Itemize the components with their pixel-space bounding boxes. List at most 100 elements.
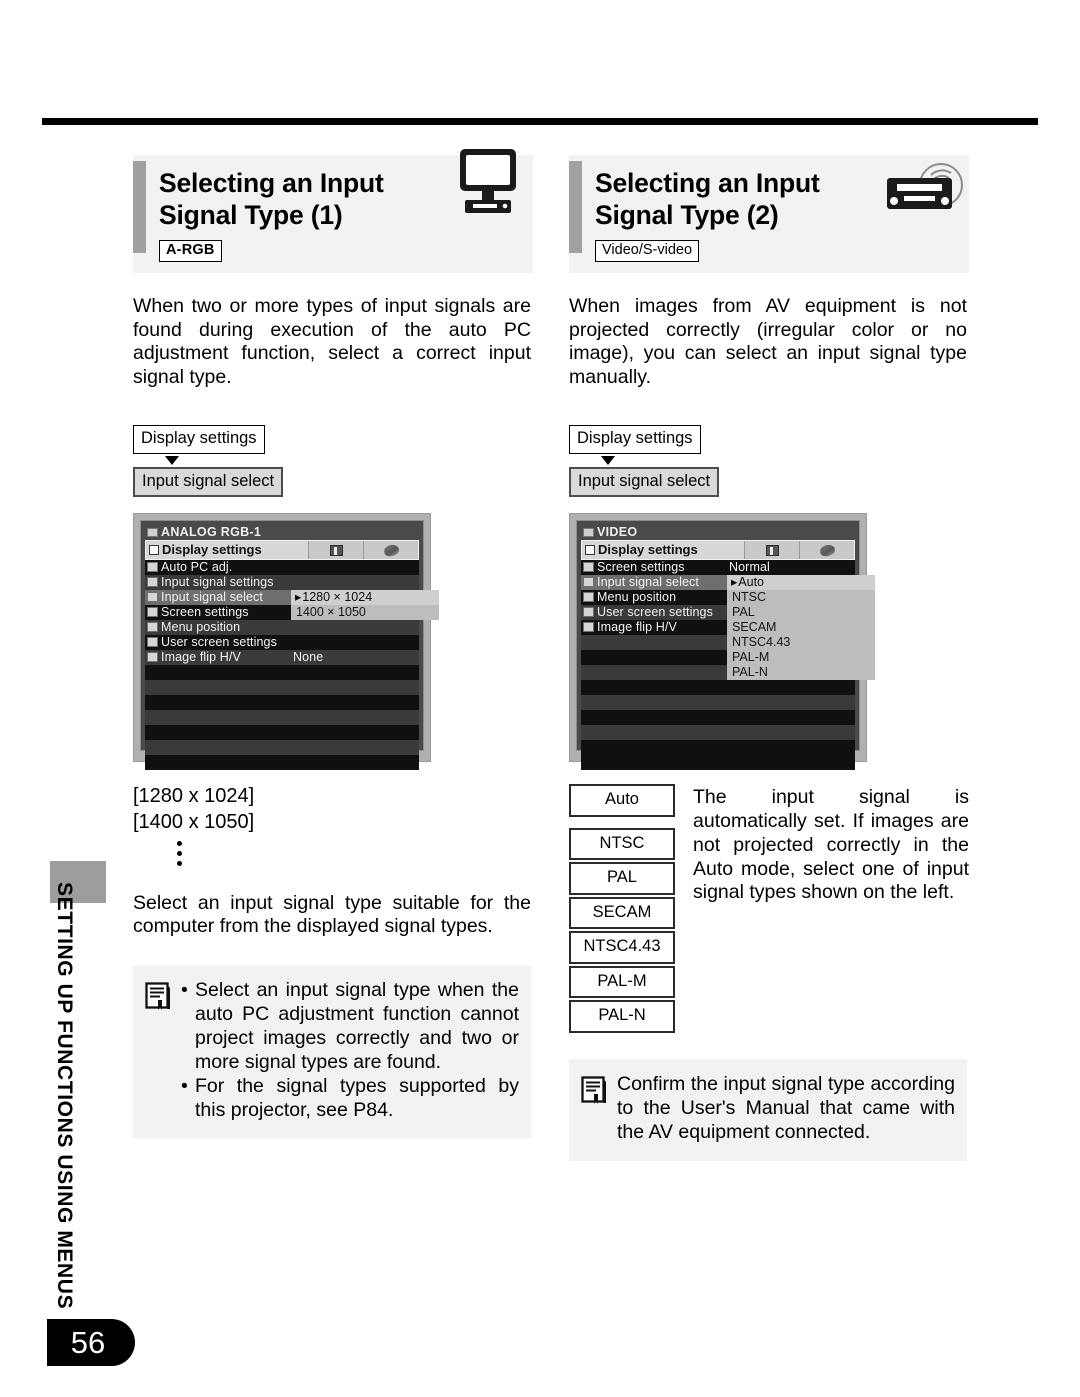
signal-option-pal[interactable]: PAL xyxy=(569,862,675,895)
osd-row-empty xyxy=(145,665,419,681)
osd-submenu-item[interactable]: SECAM xyxy=(727,620,875,635)
breadcrumb-step-2: Input signal select xyxy=(569,466,720,498)
osd-submenu-item[interactable]: PAL xyxy=(727,605,875,620)
row-icon xyxy=(583,577,594,588)
osd-row-empty xyxy=(145,695,419,711)
bars-icon xyxy=(765,544,779,556)
row-icon xyxy=(147,562,158,573)
breadcrumb-arrow-icon xyxy=(601,455,615,465)
intro-text-right: When images from AV equipment is not pro… xyxy=(569,295,967,388)
osd-submenu-item-selected[interactable]: ▸Auto xyxy=(727,575,875,591)
bars-icon xyxy=(329,544,343,556)
osd-submenu-right: ▸Auto NTSC PAL SECAM NTSC4.43 PAL-M PAL-… xyxy=(727,575,875,681)
after-resolution-text: Select an input signal type suitable for… xyxy=(133,891,531,938)
osd-submenu-item[interactable]: PAL-M xyxy=(727,650,875,665)
note-bullet-item: • Select an input signal type when the a… xyxy=(181,979,519,1074)
row-icon xyxy=(583,607,594,618)
top-rule xyxy=(42,118,1038,125)
osd-menu-title-left: Display settings xyxy=(146,541,308,559)
osd-row-empty xyxy=(581,710,855,726)
source-icon xyxy=(583,528,594,538)
osd-row-empty xyxy=(145,725,419,741)
osd-row-list-right: Screen settings Normal Input signal selec… xyxy=(581,560,875,771)
osd-row-empty xyxy=(145,680,419,696)
osd-titlebar-left: Display settings xyxy=(145,540,419,561)
page-title-left: Selecting an Input Signal Type (1) xyxy=(159,168,384,231)
osd-source-label-right: VIDEO xyxy=(581,524,855,540)
note-body-left: • Select an input signal type when the a… xyxy=(181,979,519,1123)
osd-source-label-left: ANALOG RGB-1 xyxy=(145,524,419,540)
row-icon xyxy=(147,652,158,663)
osd-submenu-item[interactable]: NTSC4.43 xyxy=(727,635,875,650)
osd-inner-left: ANALOG RGB-1 Display settings Auto PC ad… xyxy=(140,520,439,771)
resolution-item: [1400 x 1050] xyxy=(133,810,255,833)
signal-option-auto[interactable]: Auto xyxy=(569,784,675,817)
osd-row-empty xyxy=(581,755,855,771)
osd-submenu-item[interactable]: 1400 × 1050 xyxy=(291,605,439,620)
osd-row-empty xyxy=(145,740,419,756)
bullet-glyph: • xyxy=(181,1075,188,1097)
header-accent-bar xyxy=(133,161,146,253)
section-header-left: Selecting an Input Signal Type (1) A-RGB xyxy=(133,149,533,273)
signal-option-ntsc443[interactable]: NTSC4.43 xyxy=(569,931,675,964)
column-right: Selecting an Input Signal Type (2) Video… xyxy=(569,155,969,1161)
row-icon xyxy=(583,592,594,603)
osd-row-list-left: Auto PC adj. Input signal settings Input… xyxy=(145,560,439,771)
row-icon xyxy=(147,637,158,648)
row-icon xyxy=(583,622,594,633)
osd-submenu-item[interactable]: PAL-N xyxy=(727,665,875,680)
osd-row[interactable]: Screen settings Normal xyxy=(581,560,855,576)
osd-submenu-item[interactable]: NTSC xyxy=(727,590,875,605)
av-equipment-icon xyxy=(881,161,967,236)
note-box-right: Confirm the input signal type according … xyxy=(569,1058,967,1161)
breadcrumb-left: Display settings Input signal select xyxy=(133,425,533,498)
osd-row[interactable]: Input signal settings xyxy=(145,575,419,591)
vertical-ellipsis-icon xyxy=(177,840,533,866)
osd-row-empty xyxy=(581,740,855,756)
breadcrumb-arrow-icon xyxy=(165,455,179,465)
signal-options-area: Auto NTSC PAL SECAM NTSC4.43 PAL-M PAL-N… xyxy=(569,784,969,1033)
osd-tab-image-button[interactable] xyxy=(308,541,363,560)
osd-row-empty xyxy=(581,680,855,696)
input-tag-left: A-RGB xyxy=(159,239,222,262)
swirl-icon xyxy=(818,543,836,558)
input-tag-right: Video/S-video xyxy=(595,239,700,262)
row-icon xyxy=(147,592,158,603)
monitor-icon xyxy=(457,147,519,222)
resolution-list: [1280 x 1024] [1400 x 1050] xyxy=(133,784,533,866)
osd-row[interactable]: Auto PC adj. xyxy=(145,560,419,576)
signal-option-pal-n[interactable]: PAL-N xyxy=(569,1000,675,1033)
page-number: 56 xyxy=(47,1319,135,1366)
osd-menu-title-right: Display settings xyxy=(582,541,744,559)
osd-submenu-item-selected[interactable]: ▸1280 × 1024 xyxy=(291,590,439,606)
swirl-icon xyxy=(382,543,400,558)
osd-tab-reset-button[interactable] xyxy=(799,541,854,560)
signal-option-secam[interactable]: SECAM xyxy=(569,896,675,930)
osd-submenu-left: ▸1280 × 1024 1400 × 1050 xyxy=(291,590,439,621)
breadcrumb-right: Display settings Input signal select xyxy=(569,425,969,498)
breadcrumb-step-1: Display settings xyxy=(569,425,701,454)
osd-tab-image-button[interactable] xyxy=(744,541,799,560)
osd-tab-reset-button[interactable] xyxy=(363,541,418,560)
section-header-right: Selecting an Input Signal Type (2) Video… xyxy=(569,155,969,273)
signal-option-list: Auto NTSC PAL SECAM NTSC4.43 PAL-M PAL-N xyxy=(569,784,675,1033)
note-icon xyxy=(145,979,171,1123)
signal-option-pal-m[interactable]: PAL-M xyxy=(569,965,675,999)
source-icon xyxy=(147,528,158,538)
osd-row[interactable]: Image flip H/V None xyxy=(145,650,419,666)
osd-row-empty xyxy=(145,710,419,726)
breadcrumb-step-1: Display settings xyxy=(133,425,265,454)
note-text: Confirm the input signal type according … xyxy=(617,1072,955,1143)
osd-row-empty xyxy=(581,695,855,711)
osd-row-empty xyxy=(145,755,419,771)
osd-row[interactable]: Menu position xyxy=(145,620,419,636)
note-box-left: • Select an input signal type when the a… xyxy=(133,965,531,1139)
resolution-item: [1280 x 1024] xyxy=(133,785,255,808)
osd-row[interactable]: User screen settings xyxy=(145,635,419,651)
signal-options-description: The input signal is automatically set. I… xyxy=(693,786,969,904)
page-title-right: Selecting an Input Signal Type (2) xyxy=(595,168,820,231)
osd-screenshot-left: ANALOG RGB-1 Display settings Auto PC ad… xyxy=(133,513,439,771)
signal-option-ntsc[interactable]: NTSC xyxy=(569,827,675,861)
intro-text-left: When two or more types of input signals … xyxy=(133,295,531,388)
display-settings-icon xyxy=(149,545,159,556)
